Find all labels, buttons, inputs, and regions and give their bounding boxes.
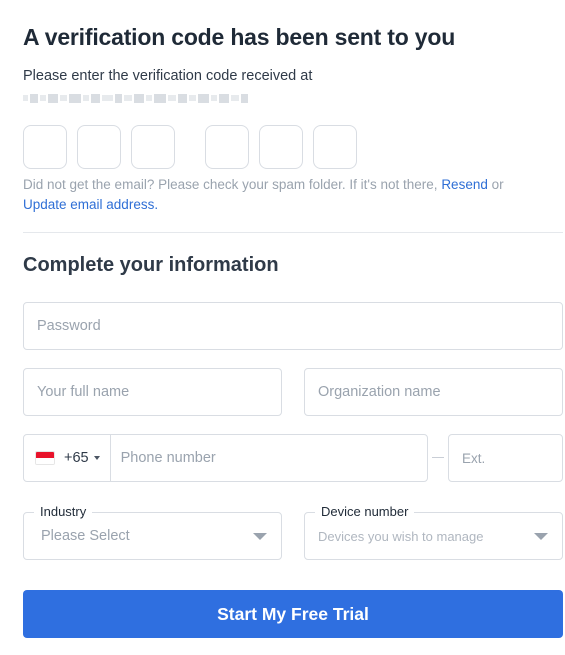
verification-code-inputs [23, 125, 367, 169]
phone-extension-field[interactable]: Ext. [448, 434, 563, 482]
country-code: +65 [64, 450, 89, 466]
code-digit-1[interactable] [23, 125, 67, 169]
help-prefix: Did not get the email? Please check your… [23, 177, 438, 192]
resend-link[interactable]: Resend [441, 177, 488, 192]
ext-placeholder: Ext. [462, 450, 486, 466]
update-email-link[interactable]: Update email address. [23, 197, 158, 212]
country-code-selector[interactable]: +65 [24, 435, 111, 481]
organization-placeholder: Organization name [318, 384, 441, 400]
code-digit-4[interactable] [205, 125, 249, 169]
code-digit-5[interactable] [259, 125, 303, 169]
code-digit-3[interactable] [131, 125, 175, 169]
code-digit-6[interactable] [313, 125, 357, 169]
page-title: A verification code has been sent to you [23, 24, 456, 50]
singapore-flag-icon [35, 451, 55, 465]
device-number-select[interactable]: Device number Devices you wish to manage [304, 504, 563, 560]
chevron-down-icon [534, 533, 548, 540]
code-digit-2[interactable] [77, 125, 121, 169]
password-placeholder: Password [37, 318, 101, 334]
industry-value: Please Select [41, 528, 130, 544]
verification-subtitle: Please enter the verification code recei… [23, 68, 313, 84]
industry-select[interactable]: Industry Please Select [23, 504, 282, 560]
industry-label: Industry [34, 504, 93, 519]
help-text: Did not get the email? Please check your… [23, 175, 548, 215]
start-free-trial-button[interactable]: Start My Free Trial [23, 590, 563, 638]
device-number-value: Devices you wish to manage [318, 529, 484, 544]
phone-field: +65 Phone number [23, 434, 428, 482]
masked-email-address [23, 88, 281, 108]
help-or: or [491, 177, 504, 192]
chevron-down-icon [93, 456, 100, 460]
section-title: Complete your information [23, 254, 279, 276]
chevron-down-icon [253, 533, 267, 540]
full-name-placeholder: Your full name [37, 384, 130, 400]
full-name-field[interactable]: Your full name [23, 368, 282, 416]
organization-field[interactable]: Organization name [304, 368, 563, 416]
device-number-label: Device number [315, 504, 415, 519]
password-field[interactable]: Password [23, 302, 563, 350]
section-divider [23, 232, 563, 233]
ext-separator [432, 457, 444, 458]
phone-number-input[interactable]: Phone number [111, 450, 216, 466]
